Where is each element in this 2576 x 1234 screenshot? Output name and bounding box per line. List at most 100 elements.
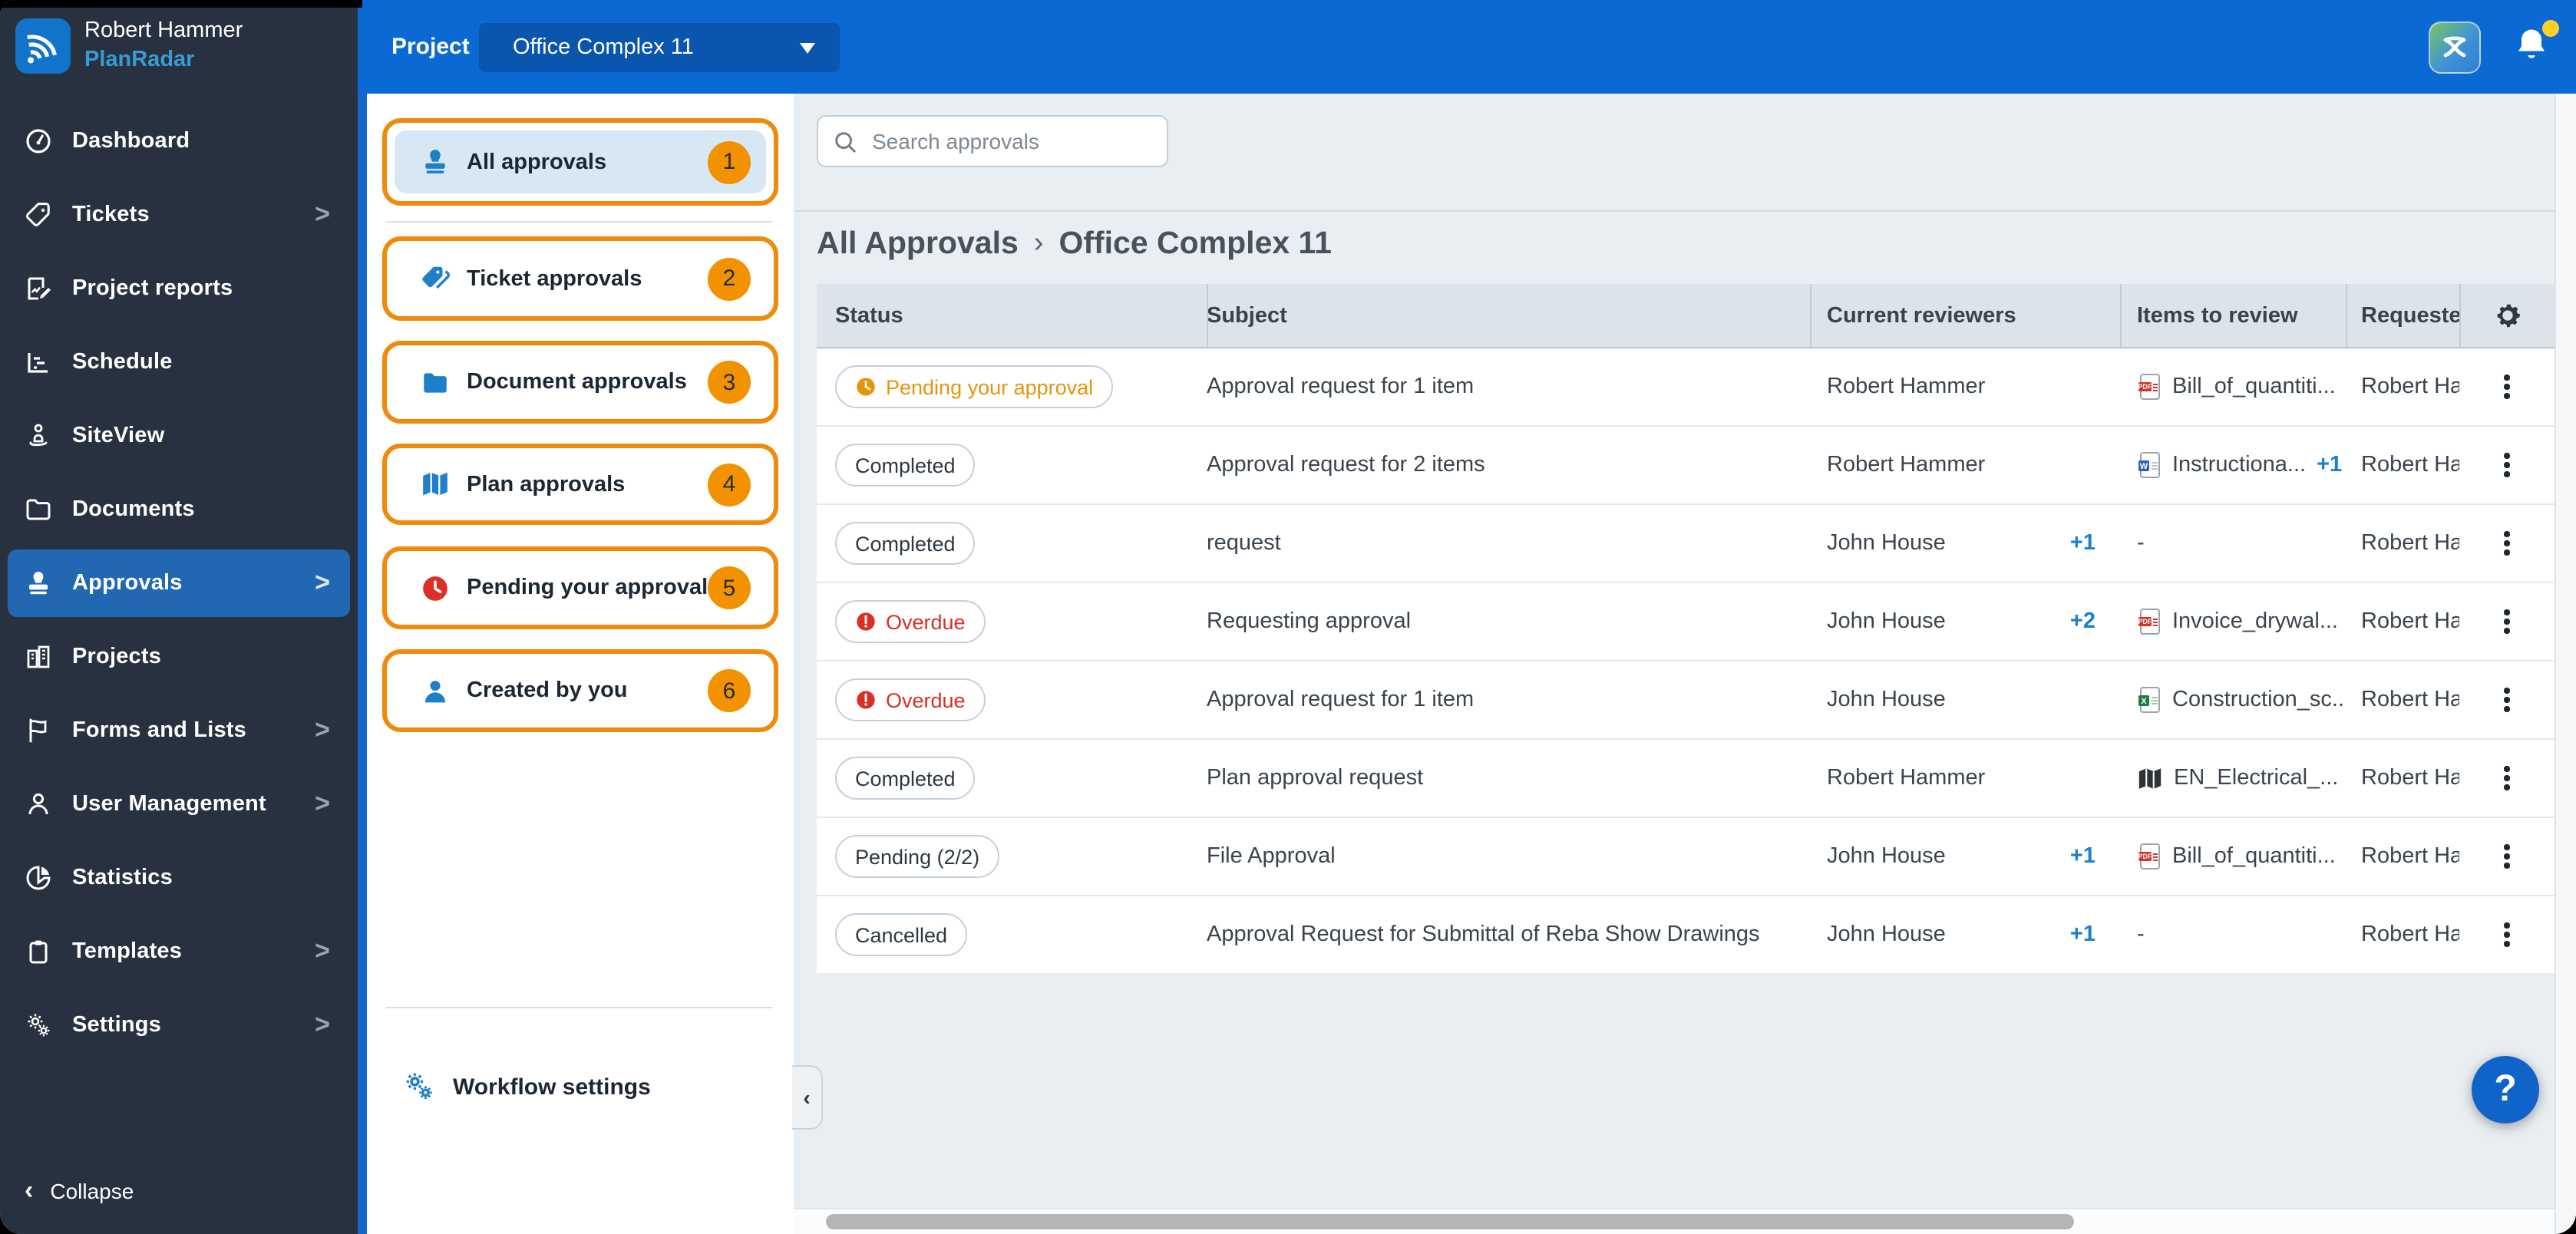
sidebar-item-tickets[interactable]: Tickets > xyxy=(0,178,358,252)
reviewers-cell: Robert Hammer xyxy=(1810,374,2120,399)
table-row[interactable]: Completed request John House+1 - Robert … xyxy=(817,505,2555,583)
subject-cell: Approval Request for Submittal of Reba S… xyxy=(1207,922,1810,947)
row-menu-button[interactable] xyxy=(2498,917,2516,953)
category-ticket-approvals[interactable]: Ticket approvals 2 xyxy=(395,249,766,308)
help-button[interactable]: ? xyxy=(2472,1056,2539,1123)
chevron-right-icon: > xyxy=(315,200,330,230)
sidebar-item-approvals[interactable]: Approvals > xyxy=(8,549,350,617)
table-row[interactable]: Pending (2/2) File Approval John House+1… xyxy=(817,818,2555,896)
chevron-down-icon xyxy=(800,43,815,54)
column-header-current-reviewers[interactable]: Current reviewers xyxy=(1810,303,2120,328)
row-menu-button[interactable] xyxy=(2498,604,2516,640)
column-header-subject[interactable]: Subject xyxy=(1207,303,1810,328)
assistant-button[interactable] xyxy=(2429,21,2481,74)
requester-cell: Robert Ha xyxy=(2346,531,2459,556)
requester-cell: Robert Ha xyxy=(2346,922,2459,947)
subject-cell: Approval request for 1 item xyxy=(1207,374,1810,399)
subject-cell: Requesting approval xyxy=(1207,609,1810,634)
sidebar-item-projects[interactable]: Projects xyxy=(0,620,358,694)
clock-icon xyxy=(855,376,877,398)
search-input[interactable] xyxy=(869,127,1151,155)
breadcrumb-all-approvals[interactable]: All Approvals xyxy=(817,226,1019,262)
gauge-icon xyxy=(25,127,52,155)
person-pin-icon xyxy=(25,422,52,450)
sidebar-item-statistics[interactable]: Statistics xyxy=(0,841,358,915)
horizontal-scrollbar-thumb[interactable] xyxy=(826,1214,2074,1229)
row-menu-button[interactable] xyxy=(2498,839,2516,875)
approvals-table: Status Subject Current reviewers Items t… xyxy=(817,284,2555,973)
sidebar-nav: Dashboard Tickets > Project reports xyxy=(0,104,358,1062)
table-body: Pending your approval Approval request f… xyxy=(817,348,2555,973)
vertical-scrollbar[interactable] xyxy=(2555,94,2576,1234)
gears-icon xyxy=(25,1011,52,1039)
sidebar-item-dashboard[interactable]: Dashboard xyxy=(0,104,358,178)
buildings-icon xyxy=(25,643,52,671)
column-settings-button[interactable] xyxy=(2459,301,2555,330)
status-badge: Completed xyxy=(835,444,976,487)
table-row[interactable]: Cancelled Approval Request for Submittal… xyxy=(817,896,2555,973)
chevron-right-icon: > xyxy=(315,936,330,967)
row-menu-button[interactable] xyxy=(2498,526,2516,562)
sidebar-item-forms-and-lists[interactable]: Forms and Lists > xyxy=(0,694,358,767)
pie-chart-icon xyxy=(25,864,52,892)
approvals-panel: All approvals 1 Ticket approvals 2 xyxy=(367,94,794,1234)
requester-cell: Robert Ha xyxy=(2346,374,2459,399)
notifications-button[interactable] xyxy=(2512,25,2558,71)
category-plan-approvals[interactable]: Plan approvals 4 xyxy=(395,456,766,513)
sidebar-item-documents[interactable]: Documents xyxy=(0,473,358,546)
sidebar-item-templates[interactable]: Templates > xyxy=(0,915,358,988)
flag-icon xyxy=(25,717,52,744)
breadcrumb-project: Office Complex 11 xyxy=(1058,226,1331,262)
horizontal-scrollbar[interactable] xyxy=(794,1208,2555,1234)
status-badge: Overdue xyxy=(835,600,986,643)
report-pencil-icon xyxy=(25,275,52,302)
category-all-approvals[interactable]: All approvals 1 xyxy=(395,130,766,193)
brand-name: PlanRadar xyxy=(84,46,243,75)
sidebar-item-settings[interactable]: Settings > xyxy=(0,988,358,1062)
annotation-badge-2: 2 xyxy=(708,257,751,300)
category-document-approvals[interactable]: Document approvals 3 xyxy=(395,353,766,411)
column-header-status[interactable]: Status xyxy=(817,303,1207,328)
column-header-requester[interactable]: Requester xyxy=(2346,303,2459,328)
annotation-box-5: Pending your approval 5 xyxy=(382,546,778,629)
tags-icon xyxy=(421,264,450,293)
sidebar-item-siteview[interactable]: SiteView xyxy=(0,399,358,473)
panel-collapse-tab[interactable]: ‹ xyxy=(792,1065,823,1130)
table-row[interactable]: Pending your approval Approval request f… xyxy=(817,348,2555,427)
table-row[interactable]: Overdue Requesting approval John House+2… xyxy=(817,583,2555,662)
table-row[interactable]: Completed Plan approval request Robert H… xyxy=(817,740,2555,818)
sidebar-item-project-reports[interactable]: Project reports xyxy=(0,252,358,325)
project-label: Project xyxy=(391,34,470,60)
table-row[interactable]: Overdue Approval request for 1 item John… xyxy=(817,662,2555,740)
sidebar-item-user-management[interactable]: User Management > xyxy=(0,767,358,841)
column-header-items-to-review[interactable]: Items to review xyxy=(2120,303,2346,328)
sidebar-item-schedule[interactable]: Schedule xyxy=(0,325,358,399)
pdf-file-icon: PDF xyxy=(2137,373,2162,401)
divider xyxy=(794,210,2555,212)
main-content: All Approvals › Office Complex 11 Status… xyxy=(794,94,2576,1234)
annotation-badge-1: 1 xyxy=(708,140,751,183)
user-icon xyxy=(421,676,450,705)
category-pending-your-approval[interactable]: Pending your approval 5 xyxy=(395,559,766,617)
reviewers-cell: John House+1 xyxy=(1810,922,2120,947)
category-created-by-you[interactable]: Created by you 6 xyxy=(395,662,766,720)
gear-icon xyxy=(2492,301,2522,330)
row-menu-button[interactable] xyxy=(2498,761,2516,797)
account-header[interactable]: Robert Hammer PlanRadar xyxy=(15,17,243,75)
user-name: Robert Hammer xyxy=(84,17,243,46)
annotation-box-2: Ticket approvals 2 xyxy=(382,236,778,321)
row-menu-button[interactable] xyxy=(2498,447,2516,483)
stamp-icon xyxy=(25,569,52,597)
row-menu-button[interactable] xyxy=(2498,369,2516,405)
workflow-settings-button[interactable]: Workflow settings xyxy=(404,1071,651,1102)
subject-cell: File Approval xyxy=(1207,844,1810,869)
subject-cell: request xyxy=(1207,531,1810,556)
subject-cell: Plan approval request xyxy=(1207,766,1810,790)
status-badge: Cancelled xyxy=(835,913,967,956)
status-badge: Pending (2/2) xyxy=(835,835,999,878)
row-menu-button[interactable] xyxy=(2498,682,2516,718)
sidebar-collapse-button[interactable]: ‹ Collapse xyxy=(25,1176,134,1206)
project-dropdown[interactable]: Office Complex 11 xyxy=(479,23,840,72)
table-row[interactable]: Completed Approval request for 2 items R… xyxy=(817,427,2555,505)
reviewers-cell: John House+1 xyxy=(1810,844,2120,869)
